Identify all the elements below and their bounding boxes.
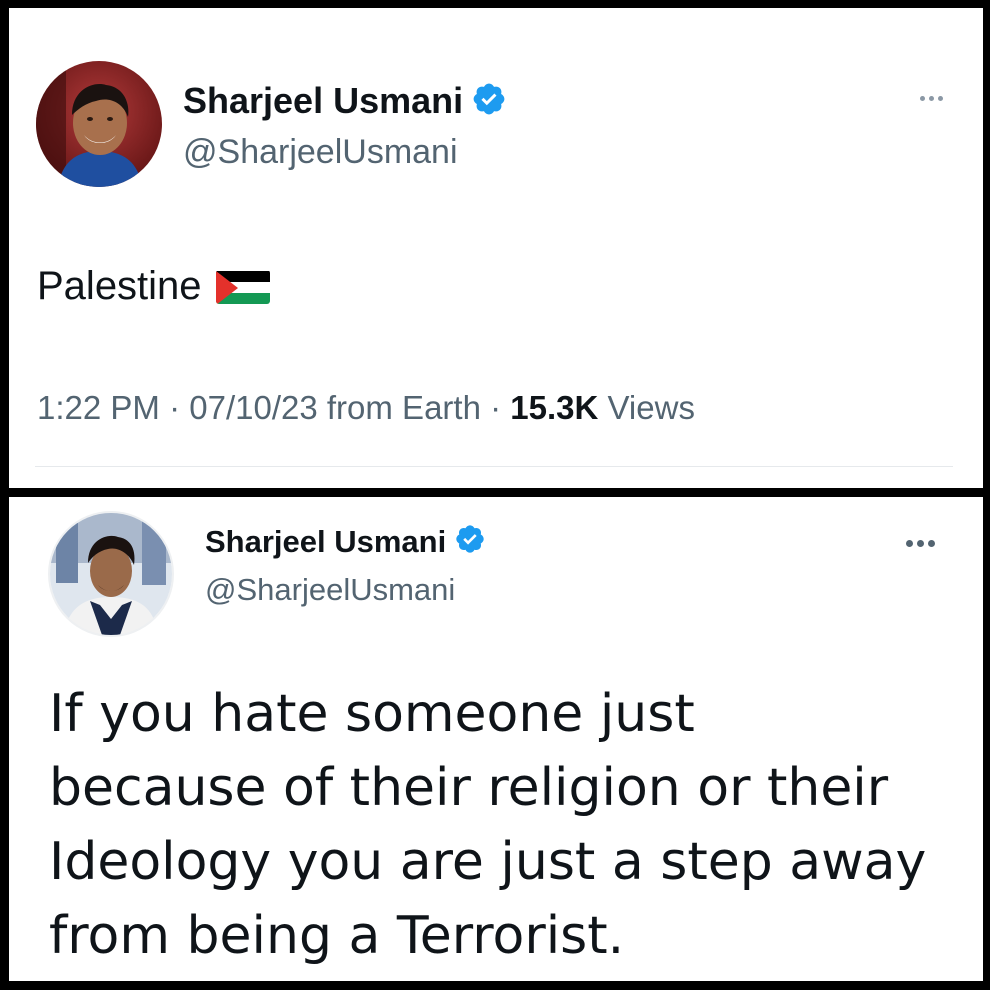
verified-badge-icon: [454, 523, 486, 560]
meta-separator: ·: [490, 389, 502, 426]
avatar[interactable]: [36, 61, 162, 187]
tweet-text: If you hate someone just because of thei…: [49, 677, 949, 973]
tweet-text-line: from being a Terrorist.: [49, 906, 625, 966]
avatar-image: [50, 513, 172, 635]
author-handle[interactable]: @SharjeelUsmani: [205, 572, 455, 608]
tweet-date[interactable]: 07/10/23: [189, 389, 317, 426]
tweet-time[interactable]: 1:22 PM: [37, 389, 160, 426]
tweet-text-line: If you hate someone just: [49, 684, 695, 744]
verified-badge-icon: [471, 81, 507, 122]
views-label: Views: [607, 389, 695, 426]
palestine-flag-icon: [215, 270, 270, 304]
tweet-meta: 1:22 PM · 07/10/23 from Earth · 15.3K Vi…: [37, 389, 695, 427]
author-name[interactable]: Sharjeel Usmani: [183, 80, 463, 122]
tweet-text-content: Palestine: [37, 264, 202, 308]
author-name-row: Sharjeel Usmani: [183, 80, 507, 122]
avatar[interactable]: [48, 511, 174, 637]
author-name[interactable]: Sharjeel Usmani: [205, 524, 446, 560]
avatar-image: [36, 61, 162, 187]
tweet-card-1[interactable]: Sharjeel Usmani @SharjeelUsmani Palestin…: [9, 8, 983, 488]
tweet-text: Palestine: [37, 264, 270, 309]
tweet-text-line: because of their religion or their: [49, 758, 889, 818]
tweet-card-2[interactable]: Sharjeel Usmani @SharjeelUsmani If you h…: [9, 497, 983, 981]
screenshot-collage: Sharjeel Usmani @SharjeelUsmani Palestin…: [0, 0, 990, 990]
more-options-icon[interactable]: [906, 540, 935, 547]
author-name-row: Sharjeel Usmani: [205, 523, 486, 560]
divider: [35, 466, 953, 467]
tweet-text-line: Ideology you are just a step away: [49, 832, 927, 892]
views-count[interactable]: 15.3K: [510, 389, 598, 426]
author-handle[interactable]: @SharjeelUsmani: [183, 133, 458, 172]
more-options-icon[interactable]: [920, 96, 943, 101]
meta-separator: ·: [169, 389, 181, 426]
tweet-source: from Earth: [326, 389, 481, 426]
